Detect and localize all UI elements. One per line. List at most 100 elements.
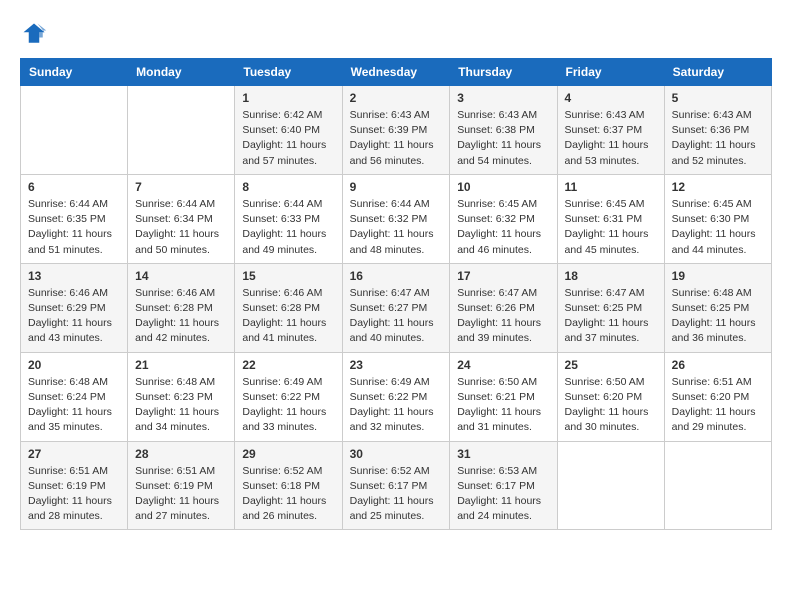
calendar-cell: 25 Sunrise: 6:50 AM Sunset: 6:20 PM Dayli… bbox=[557, 352, 664, 441]
calendar-cell: 2 Sunrise: 6:43 AM Sunset: 6:39 PM Daylig… bbox=[342, 86, 450, 175]
day-info: Sunrise: 6:51 AM Sunset: 6:20 PM Dayligh… bbox=[672, 375, 764, 436]
day-info: Sunrise: 6:43 AM Sunset: 6:37 PM Dayligh… bbox=[565, 108, 657, 169]
day-number: 31 bbox=[457, 447, 549, 461]
calendar-cell: 7 Sunrise: 6:44 AM Sunset: 6:34 PM Daylig… bbox=[128, 174, 235, 263]
day-info: Sunrise: 6:48 AM Sunset: 6:24 PM Dayligh… bbox=[28, 375, 120, 436]
calendar-cell: 3 Sunrise: 6:43 AM Sunset: 6:38 PM Daylig… bbox=[450, 86, 557, 175]
calendar-header-monday: Monday bbox=[128, 59, 235, 86]
calendar-cell: 6 Sunrise: 6:44 AM Sunset: 6:35 PM Daylig… bbox=[21, 174, 128, 263]
day-number: 13 bbox=[28, 269, 120, 283]
day-number: 15 bbox=[242, 269, 334, 283]
day-number: 27 bbox=[28, 447, 120, 461]
calendar-cell: 10 Sunrise: 6:45 AM Sunset: 6:32 PM Dayli… bbox=[450, 174, 557, 263]
calendar-cell: 30 Sunrise: 6:52 AM Sunset: 6:17 PM Dayli… bbox=[342, 441, 450, 530]
day-number: 5 bbox=[672, 91, 764, 105]
calendar-cell: 23Sunrise: 6:49 AM Sunset: 6:22 PM Dayli… bbox=[342, 352, 450, 441]
day-number: 24 bbox=[457, 358, 549, 372]
calendar-cell: 4 Sunrise: 6:43 AM Sunset: 6:37 PM Daylig… bbox=[557, 86, 664, 175]
day-number: 28 bbox=[135, 447, 227, 461]
calendar-cell bbox=[128, 86, 235, 175]
calendar-cell: 20 Sunrise: 6:48 AM Sunset: 6:24 PM Dayli… bbox=[21, 352, 128, 441]
day-number: 21 bbox=[135, 358, 227, 372]
calendar-cell: 31 Sunrise: 6:53 AM Sunset: 6:17 PM Dayli… bbox=[450, 441, 557, 530]
day-number: 6 bbox=[28, 180, 120, 194]
calendar-cell: 16 Sunrise: 6:47 AM Sunset: 6:27 PM Dayli… bbox=[342, 263, 450, 352]
day-info: Sunrise: 6:52 AM Sunset: 6:18 PM Dayligh… bbox=[242, 464, 334, 525]
calendar-header-tuesday: Tuesday bbox=[235, 59, 342, 86]
day-info: Sunrise: 6:44 AM Sunset: 6:35 PM Dayligh… bbox=[28, 197, 120, 258]
day-info: Sunrise: 6:47 AM Sunset: 6:25 PM Dayligh… bbox=[565, 286, 657, 347]
day-info: Sunrise: 6:49 AM Sunset: 6:22 PM Dayligh… bbox=[350, 375, 443, 436]
day-info: Sunrise: 6:45 AM Sunset: 6:30 PM Dayligh… bbox=[672, 197, 764, 258]
day-info: Sunrise: 6:49 AM Sunset: 6:22 PM Dayligh… bbox=[242, 375, 334, 436]
day-number: 20 bbox=[28, 358, 120, 372]
day-info: Sunrise: 6:44 AM Sunset: 6:33 PM Dayligh… bbox=[242, 197, 334, 258]
calendar-header-wednesday: Wednesday bbox=[342, 59, 450, 86]
day-number: 11 bbox=[565, 180, 657, 194]
day-info: Sunrise: 6:43 AM Sunset: 6:36 PM Dayligh… bbox=[672, 108, 764, 169]
day-info: Sunrise: 6:44 AM Sunset: 6:32 PM Dayligh… bbox=[350, 197, 443, 258]
day-info: Sunrise: 6:43 AM Sunset: 6:38 PM Dayligh… bbox=[457, 108, 549, 169]
day-info: Sunrise: 6:52 AM Sunset: 6:17 PM Dayligh… bbox=[350, 464, 443, 525]
calendar-cell: 8 Sunrise: 6:44 AM Sunset: 6:33 PM Daylig… bbox=[235, 174, 342, 263]
calendar-cell: 14 Sunrise: 6:46 AM Sunset: 6:28 PM Dayli… bbox=[128, 263, 235, 352]
day-info: Sunrise: 6:44 AM Sunset: 6:34 PM Dayligh… bbox=[135, 197, 227, 258]
day-number: 1 bbox=[242, 91, 334, 105]
calendar-cell: 28 Sunrise: 6:51 AM Sunset: 6:19 PM Dayli… bbox=[128, 441, 235, 530]
day-info: Sunrise: 6:46 AM Sunset: 6:28 PM Dayligh… bbox=[135, 286, 227, 347]
day-info: Sunrise: 6:50 AM Sunset: 6:20 PM Dayligh… bbox=[565, 375, 657, 436]
day-info: Sunrise: 6:45 AM Sunset: 6:31 PM Dayligh… bbox=[565, 197, 657, 258]
day-info: Sunrise: 6:46 AM Sunset: 6:29 PM Dayligh… bbox=[28, 286, 120, 347]
logo-icon bbox=[20, 20, 48, 48]
page-header bbox=[20, 20, 772, 48]
day-number: 26 bbox=[672, 358, 764, 372]
calendar-cell bbox=[664, 441, 771, 530]
day-info: Sunrise: 6:42 AM Sunset: 6:40 PM Dayligh… bbox=[242, 108, 334, 169]
day-number: 18 bbox=[565, 269, 657, 283]
day-number: 14 bbox=[135, 269, 227, 283]
calendar-cell: 24Sunrise: 6:50 AM Sunset: 6:21 PM Dayli… bbox=[450, 352, 557, 441]
day-number: 8 bbox=[242, 180, 334, 194]
calendar-header-friday: Friday bbox=[557, 59, 664, 86]
day-number: 30 bbox=[350, 447, 443, 461]
day-info: Sunrise: 6:47 AM Sunset: 6:27 PM Dayligh… bbox=[350, 286, 443, 347]
logo bbox=[20, 20, 52, 48]
day-number: 29 bbox=[242, 447, 334, 461]
calendar-week-5: 27 Sunrise: 6:51 AM Sunset: 6:19 PM Dayli… bbox=[21, 441, 772, 530]
day-number: 12 bbox=[672, 180, 764, 194]
calendar-cell: 1 Sunrise: 6:42 AM Sunset: 6:40 PM Daylig… bbox=[235, 86, 342, 175]
day-number: 19 bbox=[672, 269, 764, 283]
calendar-week-1: 1 Sunrise: 6:42 AM Sunset: 6:40 PM Daylig… bbox=[21, 86, 772, 175]
day-info: Sunrise: 6:53 AM Sunset: 6:17 PM Dayligh… bbox=[457, 464, 549, 525]
day-number: 4 bbox=[565, 91, 657, 105]
day-info: Sunrise: 6:45 AM Sunset: 6:32 PM Dayligh… bbox=[457, 197, 549, 258]
day-number: 22 bbox=[242, 358, 334, 372]
calendar-cell: 19 Sunrise: 6:48 AM Sunset: 6:25 PM Dayli… bbox=[664, 263, 771, 352]
day-number: 7 bbox=[135, 180, 227, 194]
day-number: 16 bbox=[350, 269, 443, 283]
day-info: Sunrise: 6:48 AM Sunset: 6:23 PM Dayligh… bbox=[135, 375, 227, 436]
calendar-header-thursday: Thursday bbox=[450, 59, 557, 86]
day-info: Sunrise: 6:43 AM Sunset: 6:39 PM Dayligh… bbox=[350, 108, 443, 169]
day-number: 3 bbox=[457, 91, 549, 105]
day-number: 9 bbox=[350, 180, 443, 194]
calendar-header-sunday: Sunday bbox=[21, 59, 128, 86]
calendar-week-2: 6 Sunrise: 6:44 AM Sunset: 6:35 PM Daylig… bbox=[21, 174, 772, 263]
day-info: Sunrise: 6:48 AM Sunset: 6:25 PM Dayligh… bbox=[672, 286, 764, 347]
calendar-cell: 9 Sunrise: 6:44 AM Sunset: 6:32 PM Daylig… bbox=[342, 174, 450, 263]
calendar-cell: 11 Sunrise: 6:45 AM Sunset: 6:31 PM Dayli… bbox=[557, 174, 664, 263]
calendar-table: SundayMondayTuesdayWednesdayThursdayFrid… bbox=[20, 58, 772, 530]
calendar-cell: 5 Sunrise: 6:43 AM Sunset: 6:36 PM Daylig… bbox=[664, 86, 771, 175]
day-info: Sunrise: 6:51 AM Sunset: 6:19 PM Dayligh… bbox=[135, 464, 227, 525]
calendar-cell: 21 Sunrise: 6:48 AM Sunset: 6:23 PM Dayli… bbox=[128, 352, 235, 441]
calendar-cell: 27Sunrise: 6:51 AM Sunset: 6:19 PM Dayli… bbox=[21, 441, 128, 530]
calendar-cell: 13 Sunrise: 6:46 AM Sunset: 6:29 PM Dayli… bbox=[21, 263, 128, 352]
calendar-cell: 18 Sunrise: 6:47 AM Sunset: 6:25 PM Dayli… bbox=[557, 263, 664, 352]
calendar-cell: 15Sunrise: 6:46 AM Sunset: 6:28 PM Dayli… bbox=[235, 263, 342, 352]
day-number: 2 bbox=[350, 91, 443, 105]
calendar-cell: 22 Sunrise: 6:49 AM Sunset: 6:22 PM Dayli… bbox=[235, 352, 342, 441]
day-number: 25 bbox=[565, 358, 657, 372]
calendar-header-row: SundayMondayTuesdayWednesdayThursdayFrid… bbox=[21, 59, 772, 86]
calendar-week-3: 13 Sunrise: 6:46 AM Sunset: 6:29 PM Dayli… bbox=[21, 263, 772, 352]
day-number: 10 bbox=[457, 180, 549, 194]
